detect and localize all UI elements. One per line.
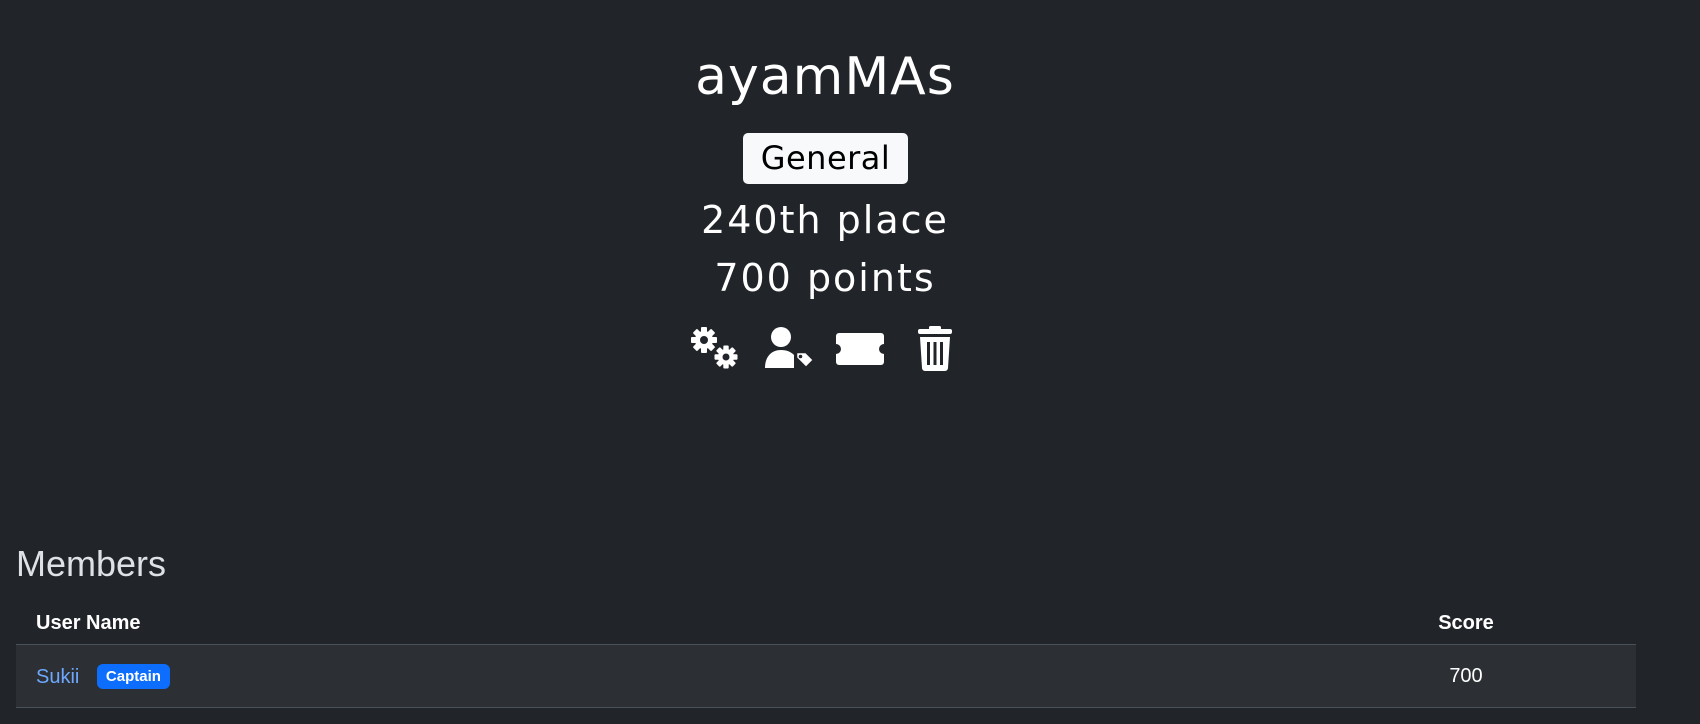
delete-team-button[interactable] <box>917 326 953 372</box>
table-header-row: User Name Score <box>16 602 1636 645</box>
user-tag-icon <box>765 327 815 370</box>
column-header-score: Score <box>1296 602 1636 645</box>
gears-icon <box>691 327 738 369</box>
admin-actions <box>690 326 960 376</box>
member-link[interactable]: Sukii <box>36 666 79 688</box>
choose-captain-button[interactable] <box>763 326 815 372</box>
trash-icon <box>918 326 952 371</box>
members-title: Members <box>16 543 167 584</box>
captain-badge: Captain <box>96 663 170 689</box>
bracket-badge: General <box>743 133 908 184</box>
edit-team-button[interactable] <box>690 326 742 372</box>
ticket-icon <box>836 333 884 365</box>
table-row: Sukii Captain 700 <box>16 644 1636 708</box>
team-points: 700 points <box>714 256 936 300</box>
award-button[interactable] <box>835 326 885 372</box>
member-name-cell: Sukii Captain <box>16 644 1296 708</box>
team-name: ayamMAs <box>695 47 955 107</box>
member-score: 700 <box>1296 644 1636 708</box>
column-header-user-name: User Name <box>16 602 1296 645</box>
team-place: 240th place <box>701 198 949 242</box>
members-table: User Name Score Sukii Captain 700 <box>16 602 1636 708</box>
